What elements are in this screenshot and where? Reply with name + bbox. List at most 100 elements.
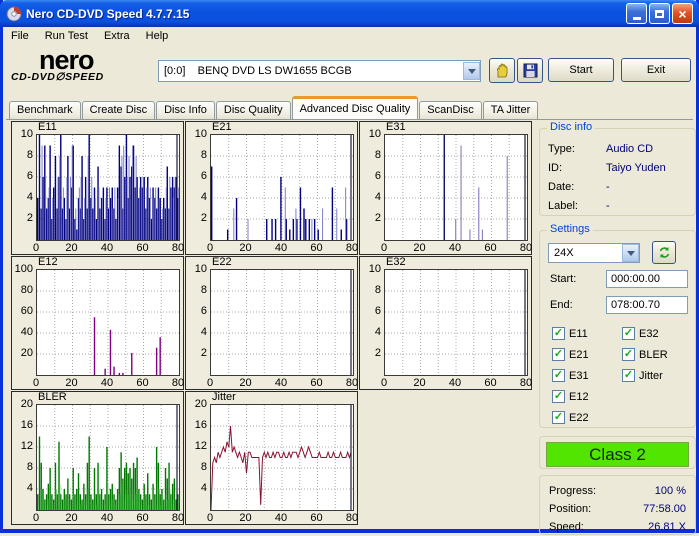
x-axis-tick: 60 <box>133 242 153 254</box>
disc-info-label: Label: <box>548 200 606 212</box>
disc-info-label: ID: <box>548 162 606 174</box>
x-axis-tick: 20 <box>236 512 256 524</box>
chart-title: Jitter <box>212 391 236 403</box>
abort-button[interactable] <box>489 58 515 83</box>
chart-e32: E32246810020406080 <box>359 256 532 390</box>
menu-bar: FileRun TestExtraHelp <box>3 27 696 45</box>
start-button[interactable]: Start <box>548 58 614 82</box>
status-label: Progress: <box>549 485 655 497</box>
x-axis-tick: 40 <box>97 512 117 524</box>
tab-benchmark[interactable]: Benchmark <box>9 101 81 119</box>
x-axis-tick: 20 <box>62 377 82 389</box>
x-axis-tick: 20 <box>62 242 82 254</box>
chevron-down-icon[interactable] <box>622 244 639 262</box>
x-axis-tick: 40 <box>271 377 291 389</box>
x-axis-tick: 60 <box>481 377 501 389</box>
disc-info-row: Type:Audio CD <box>540 139 695 158</box>
checkbox-e22[interactable]: ✓ E22 <box>552 407 589 428</box>
tab-ta-jitter[interactable]: TA Jitter <box>483 101 539 119</box>
y-axis-tick: 20 <box>12 398 33 410</box>
chart-title: E21 <box>212 121 232 133</box>
checkbox-e31[interactable]: ✓ E31 <box>552 365 589 386</box>
checkbox-icon[interactable]: ✓ <box>552 411 565 424</box>
x-axis-tick: 0 <box>200 512 220 524</box>
chevron-down-icon[interactable] <box>463 62 480 80</box>
tab-disc-info[interactable]: Disc Info <box>156 101 215 119</box>
chart-title: E22 <box>212 256 232 268</box>
x-axis-tick: 20 <box>236 377 256 389</box>
checkbox-icon[interactable]: ✓ <box>552 369 565 382</box>
y-axis-tick: 10 <box>186 263 207 275</box>
checkbox-label: Jitter <box>639 370 663 382</box>
refresh-icon <box>658 246 671 259</box>
minimize-button[interactable] <box>626 3 647 24</box>
y-axis-tick: 100 <box>12 263 33 275</box>
x-axis-tick: 80 <box>342 512 362 524</box>
checkbox-bler[interactable]: ✓BLER <box>622 344 668 365</box>
save-button[interactable] <box>517 58 543 83</box>
maximize-button[interactable] <box>649 3 670 24</box>
y-axis-tick: 4 <box>12 482 33 494</box>
y-axis-tick: 2 <box>360 347 381 359</box>
x-axis-tick: 0 <box>26 512 46 524</box>
checkbox-icon[interactable]: ✓ <box>552 327 565 340</box>
toolbar: nero CD-DVD∅SPEED [0:0] BENQ DVD LS DW16… <box>3 45 696 97</box>
y-axis-tick: 40 <box>12 326 33 338</box>
checkbox-icon[interactable]: ✓ <box>552 348 565 361</box>
y-axis-tick: 6 <box>186 305 207 317</box>
x-axis-tick: 0 <box>26 377 46 389</box>
tab-scandisc[interactable]: ScanDisc <box>419 101 481 119</box>
checkbox-label: E22 <box>569 412 589 424</box>
checkbox-jitter[interactable]: ✓ Jitter <box>622 365 668 386</box>
tab-disc-quality[interactable]: Disc Quality <box>216 101 291 119</box>
checkbox-e32[interactable]: ✓E32 <box>622 323 668 344</box>
y-axis-tick: 8 <box>12 149 33 161</box>
chart-plot-area <box>210 269 354 376</box>
menu-item-help[interactable]: Help <box>138 28 177 44</box>
close-button[interactable]: × <box>672 3 693 24</box>
x-axis-tick: 60 <box>307 377 327 389</box>
chart-title: E31 <box>386 121 406 133</box>
y-axis-tick: 60 <box>12 305 33 317</box>
checkbox-label: E21 <box>569 349 589 361</box>
checkbox-e11[interactable]: ✓E11 <box>552 323 589 344</box>
x-axis-tick: 0 <box>374 377 394 389</box>
start-position-input[interactable]: 000:00.00 <box>606 270 688 288</box>
title-bar[interactable]: Nero CD-DVD Speed 4.7.7.15 × <box>0 0 699 27</box>
tab-create-disc[interactable]: Create Disc <box>82 101 155 119</box>
status-value: 77:58.00 <box>643 503 686 515</box>
end-position-input[interactable]: 078:00.70 <box>606 296 688 314</box>
chart-title: E32 <box>386 256 406 268</box>
checkbox-icon[interactable]: ✓ <box>552 390 565 403</box>
x-axis-tick: 0 <box>200 242 220 254</box>
y-axis-tick: 10 <box>360 263 381 275</box>
tab-advanced-disc-quality[interactable]: Advanced Disc Quality <box>292 96 419 119</box>
checkbox-e21[interactable]: ✓ E21 <box>552 344 589 365</box>
checkbox-icon[interactable]: ✓ <box>622 327 635 340</box>
x-axis-tick: 80 <box>516 242 536 254</box>
checkbox-label: E31 <box>569 370 589 382</box>
chart-title: E11 <box>38 121 57 133</box>
y-axis-tick: 2 <box>186 347 207 359</box>
y-axis-tick: 8 <box>360 284 381 296</box>
x-axis-tick: 60 <box>133 377 153 389</box>
drive-selector[interactable]: [0:0] BENQ DVD LS DW1655 BCGB <box>158 60 481 82</box>
checkbox-icon[interactable]: ✓ <box>622 348 635 361</box>
checkbox-icon[interactable]: ✓ <box>622 369 635 382</box>
disc-info-group: Disc info Type:Audio CDID:Taiyo YudenDat… <box>539 128 696 216</box>
checkbox-e12[interactable]: ✓E12 <box>552 386 589 407</box>
quality-class-group: Class 2 <box>539 436 696 469</box>
disc-info-row: Label:- <box>540 196 695 215</box>
chart-plot-area <box>36 269 180 376</box>
speed-selector[interactable]: 24X <box>548 243 640 263</box>
y-axis-tick: 6 <box>360 170 381 182</box>
x-axis-tick: 20 <box>236 242 256 254</box>
exit-button[interactable]: Exit <box>621 58 691 82</box>
menu-item-extra[interactable]: Extra <box>96 28 138 44</box>
menu-item-run-test[interactable]: Run Test <box>37 28 96 44</box>
y-axis-tick: 8 <box>12 461 33 473</box>
disc-info-value: - <box>606 200 610 212</box>
y-axis-tick: 8 <box>186 461 207 473</box>
menu-item-file[interactable]: File <box>3 28 37 44</box>
refresh-button[interactable] <box>652 241 676 264</box>
